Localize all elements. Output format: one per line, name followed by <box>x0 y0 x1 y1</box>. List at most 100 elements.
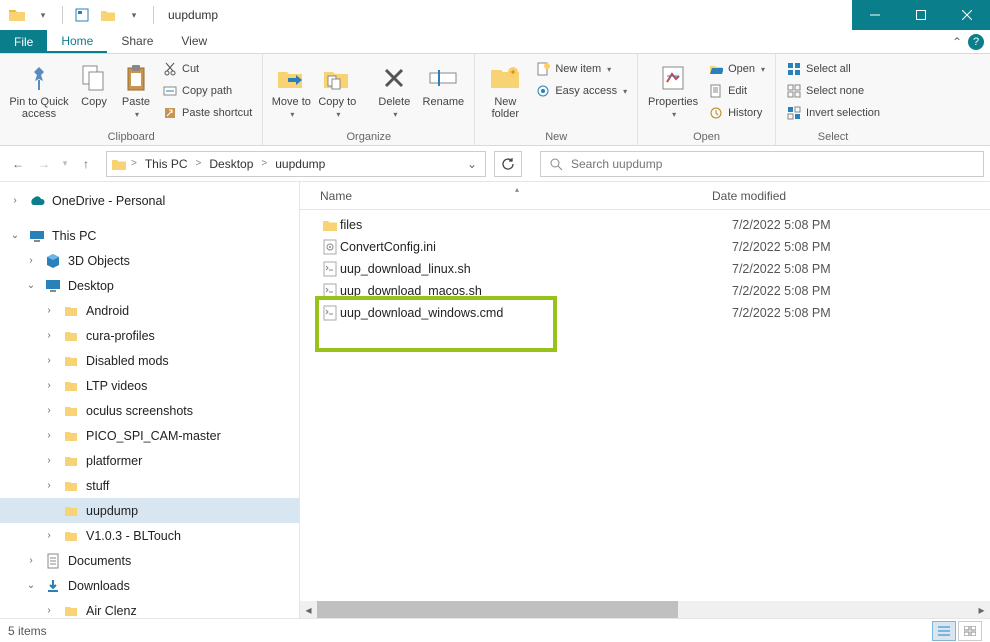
file-row-files[interactable]: files 7/2/2022 5:08 PM <box>300 214 990 236</box>
pin-quick-access-button[interactable]: Pin to Quick access <box>6 58 72 120</box>
tab-home[interactable]: Home <box>47 30 107 53</box>
group-select: Select all Select none Invert selection … <box>776 54 890 145</box>
details-view-button[interactable] <box>932 621 956 641</box>
paste-shortcut-button[interactable]: Paste shortcut <box>158 102 256 124</box>
sidebar-item-pico-spi[interactable]: ›PICO_SPI_CAM-master <box>0 423 299 448</box>
folder-icon <box>6 4 28 26</box>
search-box[interactable] <box>540 151 984 177</box>
file-row-windows-cmd[interactable]: uup_download_windows.cmd 7/2/2022 5:08 P… <box>300 302 990 324</box>
history-icon <box>708 105 724 121</box>
sidebar-item-disabled-mods[interactable]: ›Disabled mods <box>0 348 299 373</box>
copy-path-button[interactable]: Copy path <box>158 80 256 102</box>
scroll-left-button[interactable]: ◂ <box>300 601 317 618</box>
new-folder-icon <box>489 62 521 94</box>
pin-icon <box>23 62 55 94</box>
maximize-button[interactable] <box>898 0 944 30</box>
easy-access-button[interactable]: Easy access▾ <box>531 80 631 102</box>
rename-button[interactable]: Rename <box>418 58 468 108</box>
invert-selection-button[interactable]: Invert selection <box>782 102 884 124</box>
easy-access-icon <box>535 83 551 99</box>
search-input[interactable] <box>571 157 975 171</box>
column-headers[interactable]: ▴ Name Date modified <box>300 182 990 210</box>
up-button[interactable]: ↑ <box>74 152 98 176</box>
open-button[interactable]: Open▾ <box>704 58 769 80</box>
file-row-convertconfig[interactable]: ConvertConfig.ini 7/2/2022 5:08 PM <box>300 236 990 258</box>
paste-button[interactable]: Paste ▾ <box>116 58 156 119</box>
sidebar-item-3d-objects[interactable]: ›3D Objects <box>0 248 299 273</box>
file-list[interactable]: files 7/2/2022 5:08 PM ConvertConfig.ini… <box>300 210 990 328</box>
copy-button[interactable]: Copy <box>74 58 114 108</box>
group-new: New folder New item▾ Easy access▾ New <box>475 54 638 145</box>
sidebar-item-bltouch[interactable]: ›V1.0.3 - BLTouch <box>0 523 299 548</box>
sidebar-item-ltp-videos[interactable]: ›LTP videos <box>0 373 299 398</box>
downloads-icon <box>44 577 62 595</box>
select-none-button[interactable]: Select none <box>782 80 884 102</box>
sidebar-item-uupdump[interactable]: uupdump <box>0 498 299 523</box>
forward-button[interactable]: → <box>32 152 56 176</box>
move-to-button[interactable]: Move to▾ <box>269 58 313 119</box>
group-open: Properties▾ Open▾ Edit History Open <box>638 54 776 145</box>
crumb-desktop[interactable]: Desktop <box>205 157 257 171</box>
new-folder-button[interactable]: New folder <box>481 58 529 120</box>
history-button[interactable]: History <box>704 102 769 124</box>
sidebar-item-desktop[interactable]: ⌄Desktop <box>0 273 299 298</box>
sidebar-item-oculus-screenshots[interactable]: ›oculus screenshots <box>0 398 299 423</box>
edit-button[interactable]: Edit <box>704 80 769 102</box>
sidebar-item-this-pc[interactable]: ⌄ This PC <box>0 223 299 248</box>
window-title: uupdump <box>162 8 218 22</box>
tab-view[interactable]: View <box>167 30 221 53</box>
qat-properties-icon[interactable] <box>71 4 93 26</box>
copy-to-button[interactable]: Copy to▾ <box>315 58 359 119</box>
sidebar-item-onedrive[interactable]: › OneDrive - Personal <box>0 188 299 213</box>
folder-icon <box>320 218 340 232</box>
desktop-icon <box>44 277 62 295</box>
group-clipboard: Pin to Quick access Copy Paste ▾ Cut Cop… <box>0 54 263 145</box>
qat-dropdown[interactable]: ▾ <box>32 4 54 26</box>
collapse-ribbon-icon[interactable]: ⌃ <box>952 35 962 49</box>
delete-button[interactable]: Delete▾ <box>372 58 416 119</box>
crumb-this-pc[interactable]: This PC <box>141 157 192 171</box>
sidebar-item-documents[interactable]: ›Documents <box>0 548 299 573</box>
refresh-button[interactable] <box>494 151 522 177</box>
ribbon-tab-strip: File Home Share View ⌃ ? <box>0 30 990 54</box>
tab-share[interactable]: Share <box>107 30 167 53</box>
navigation-pane[interactable]: › OneDrive - Personal ⌄ This PC ›3D Obje… <box>0 182 300 618</box>
qat-dropdown-2[interactable]: ▾ <box>123 4 145 26</box>
recent-button[interactable]: ▾ <box>58 152 72 176</box>
scroll-right-button[interactable]: ▸ <box>973 601 990 618</box>
script-icon <box>320 261 340 277</box>
file-row-macos-sh[interactable]: uup_download_macos.sh 7/2/2022 5:08 PM <box>300 280 990 302</box>
column-date-modified[interactable]: Date modified <box>712 189 786 203</box>
sidebar-item-android[interactable]: ›Android <box>0 298 299 323</box>
properties-button[interactable]: Properties▾ <box>644 58 702 119</box>
script-icon <box>320 283 340 299</box>
tab-file[interactable]: File <box>0 30 47 53</box>
close-button[interactable] <box>944 0 990 30</box>
scroll-thumb[interactable] <box>317 601 678 618</box>
horizontal-scrollbar[interactable]: ◂ ▸ <box>300 601 990 618</box>
sidebar-item-stuff[interactable]: ›stuff <box>0 473 299 498</box>
window-controls <box>852 0 990 30</box>
new-item-button[interactable]: New item▾ <box>531 58 631 80</box>
rename-icon <box>427 62 459 94</box>
crumb-uupdump[interactable]: uupdump <box>271 157 329 171</box>
ribbon: Pin to Quick access Copy Paste ▾ Cut Cop… <box>0 54 990 146</box>
cloud-icon <box>28 192 46 210</box>
sidebar-item-platformer[interactable]: ›platformer <box>0 448 299 473</box>
folder-small-icon[interactable] <box>97 4 119 26</box>
help-icon[interactable]: ? <box>968 34 984 50</box>
properties-icon <box>657 62 689 94</box>
cut-button[interactable]: Cut <box>158 58 256 80</box>
minimize-button[interactable] <box>852 0 898 30</box>
address-dropdown[interactable]: ⌄ <box>463 157 481 171</box>
back-button[interactable]: ← <box>6 152 30 176</box>
sidebar-item-air-clenz[interactable]: ›Air Clenz <box>0 598 299 618</box>
paste-icon <box>120 62 152 94</box>
sidebar-item-downloads[interactable]: ⌄Downloads <box>0 573 299 598</box>
search-icon <box>549 157 563 171</box>
thumbnails-view-button[interactable] <box>958 621 982 641</box>
file-row-linux-sh[interactable]: uup_download_linux.sh 7/2/2022 5:08 PM <box>300 258 990 280</box>
sidebar-item-cura-profiles[interactable]: ›cura-profiles <box>0 323 299 348</box>
address-bar[interactable]: > This PC > Desktop > uupdump ⌄ <box>106 151 486 177</box>
select-all-button[interactable]: Select all <box>782 58 884 80</box>
